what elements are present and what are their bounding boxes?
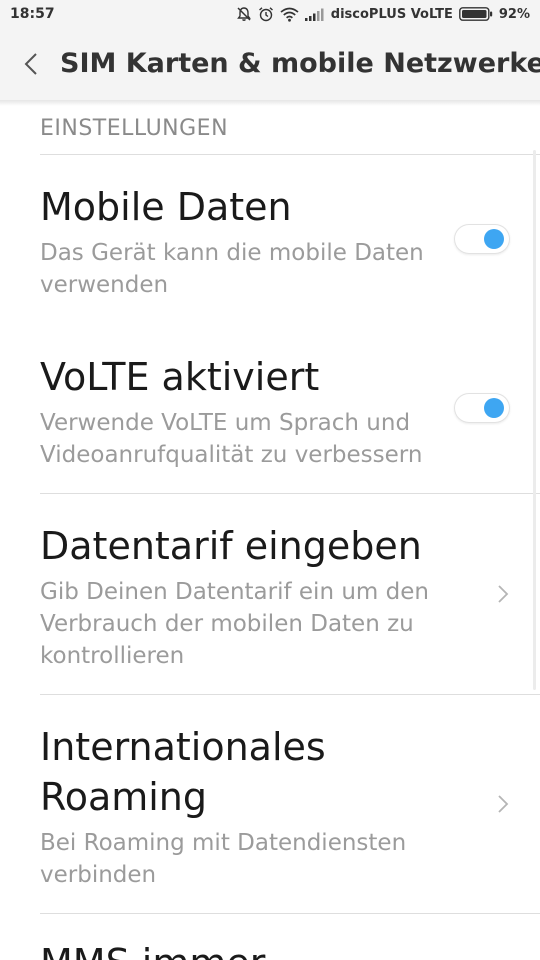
list-item-volte[interactable]: VoLTE aktiviert Verwende VoLTE um Sprach… <box>0 330 540 490</box>
bell-off-icon <box>236 7 251 21</box>
item-title: Internationales Roaming <box>40 725 326 819</box>
list-item-roaming[interactable]: Internationales Roaming Bei Roaming mit … <box>0 700 540 910</box>
chevron-right-icon <box>498 795 509 813</box>
item-title: VoLTE aktiviert <box>40 355 320 399</box>
app-bar: SIM Karten & mobile Netzwerke <box>0 28 540 100</box>
chevron-left-icon <box>24 53 37 75</box>
battery-percent: 92% <box>498 6 530 22</box>
item-subtitle: Verwende VoLTE um Sprach und Videoanrufq… <box>40 410 423 468</box>
list-item-mms[interactable]: MMS immer <box>0 920 540 960</box>
toggle-knob <box>484 229 504 249</box>
signal-icon <box>304 8 324 21</box>
item-subtitle: Gib Deinen Datentarif ein um den Verbrau… <box>40 579 429 669</box>
item-divider <box>40 694 540 695</box>
volte-toggle[interactable] <box>454 393 510 423</box>
toggle-knob <box>484 398 504 418</box>
item-title: MMS immer <box>40 938 265 960</box>
carrier-label: discoPLUS VoLTE <box>330 6 453 22</box>
chevron-right-icon <box>498 585 509 603</box>
battery-icon <box>458 7 493 21</box>
status-bar: 18:57 discoPLUS VoLTE 92% <box>0 0 540 28</box>
status-icons: discoPLUS VoLTE 92% <box>236 4 530 24</box>
item-divider <box>40 493 540 494</box>
section-divider <box>40 154 540 155</box>
list-item-mobile-data[interactable]: Mobile Daten Das Gerät kann die mobile D… <box>0 160 540 320</box>
scrollbar[interactable] <box>533 150 536 690</box>
wifi-icon <box>280 7 299 22</box>
mobile-data-toggle[interactable] <box>454 224 510 254</box>
status-time: 18:57 <box>10 6 55 22</box>
item-title: Mobile Daten <box>40 185 292 229</box>
item-subtitle: Bei Roaming mit Datendiensten verbinden <box>40 830 407 888</box>
back-button[interactable] <box>16 46 46 82</box>
section-header: EINSTELLUNGEN <box>40 116 229 141</box>
page-title: SIM Karten & mobile Netzwerke <box>60 48 540 79</box>
header-shadow <box>0 100 540 106</box>
item-divider <box>40 913 540 914</box>
alarm-icon <box>258 7 273 22</box>
list-item-data-plan[interactable]: Datentarif eingeben Gib Deinen Datentari… <box>0 500 540 690</box>
item-subtitle: Das Gerät kann die mobile Daten verwende… <box>40 240 424 298</box>
item-title: Datentarif eingeben <box>40 524 422 568</box>
